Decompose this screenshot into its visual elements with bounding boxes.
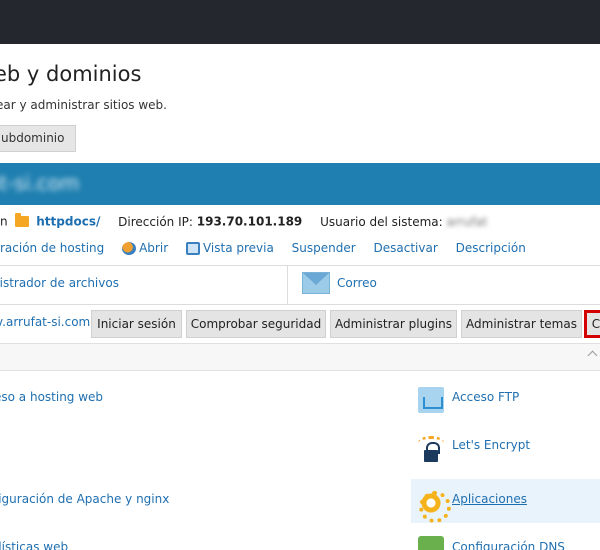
docroot-link[interactable]: httpdocs/ (36, 215, 100, 229)
hosting-access-link[interactable]: eso a hosting web (0, 390, 103, 404)
divider (0, 304, 600, 305)
divider-vertical (287, 266, 288, 304)
wordpress-site-url[interactable]: v.arrufat-si.com (0, 315, 90, 329)
lock-icon (418, 436, 444, 462)
dns-settings-link[interactable]: Configuración DNS (452, 540, 565, 550)
ip-value: 193.70.101.189 (196, 214, 303, 229)
domain-info-line: n httpdocs/ Dirección IP: 193.70.101.189… (0, 213, 488, 232)
open-site-icon (122, 241, 137, 255)
wp-manage-plugins-button[interactable]: Administrar plugins (330, 310, 457, 338)
description-link[interactable]: Descripción (456, 241, 526, 255)
mail-icon[interactable] (302, 272, 330, 294)
wp-more-button[interactable]: C (584, 310, 600, 338)
preview-link[interactable]: Vista previa (185, 240, 274, 255)
top-bar (0, 0, 600, 44)
mail-link[interactable]: Correo (337, 276, 377, 290)
applications-link[interactable]: Aplicaciones (452, 492, 527, 506)
wp-check-security-button[interactable]: Comprobar seguridad (186, 310, 326, 338)
open-site-label: Abrir (139, 240, 169, 255)
domain-actions: ración de hosting Abrir Vista previa Sus… (0, 240, 526, 258)
system-user-value: arrufat (446, 214, 488, 229)
gear-icon (418, 490, 451, 523)
suspend-link[interactable]: Suspender (292, 241, 356, 255)
domain-name[interactable]: fat-si.com (0, 171, 79, 195)
divider (0, 265, 600, 266)
ftp-access-link[interactable]: Acceso FTP (452, 390, 519, 404)
open-site-link[interactable]: Abrir (122, 241, 168, 255)
system-user-label: Usuario del sistema: (320, 214, 443, 229)
web-statistics-link[interactable]: dísticas web (0, 540, 68, 550)
lets-encrypt-link[interactable]: Let's Encrypt (452, 438, 530, 452)
apache-nginx-settings-link[interactable]: figuración de Apache y nginx (0, 492, 169, 506)
info-prefix: n (0, 214, 8, 229)
wp-login-button[interactable]: Iniciar sesión (91, 310, 182, 338)
dns-icon (418, 536, 444, 550)
page-subtitle: ear y administrar sitios web. (0, 98, 167, 112)
wp-manage-themes-button[interactable]: Administrar temas (461, 310, 582, 338)
add-subdomain-button[interactable]: ubdominio (0, 125, 76, 152)
deactivate-link[interactable]: Desactivar (374, 241, 438, 255)
file-manager-link[interactable]: nistrador de archivos (0, 276, 119, 290)
page-title: eb y dominios (0, 62, 142, 86)
preview-icon (185, 241, 200, 255)
preview-label: Vista previa (202, 240, 274, 255)
domain-header-bar[interactable]: fat-si.com (0, 163, 600, 205)
hosting-settings-link[interactable]: ración de hosting (0, 241, 104, 255)
folder-icon (15, 213, 30, 227)
ftp-icon (418, 387, 444, 413)
sun-icon (418, 436, 444, 450)
ip-label: Dirección IP: (118, 214, 193, 229)
collapse-bar[interactable] (0, 343, 600, 371)
chevron-up-icon[interactable] (587, 350, 598, 361)
wordpress-row: v.arrufat-si.com Iniciar sesión Comproba… (0, 309, 600, 339)
